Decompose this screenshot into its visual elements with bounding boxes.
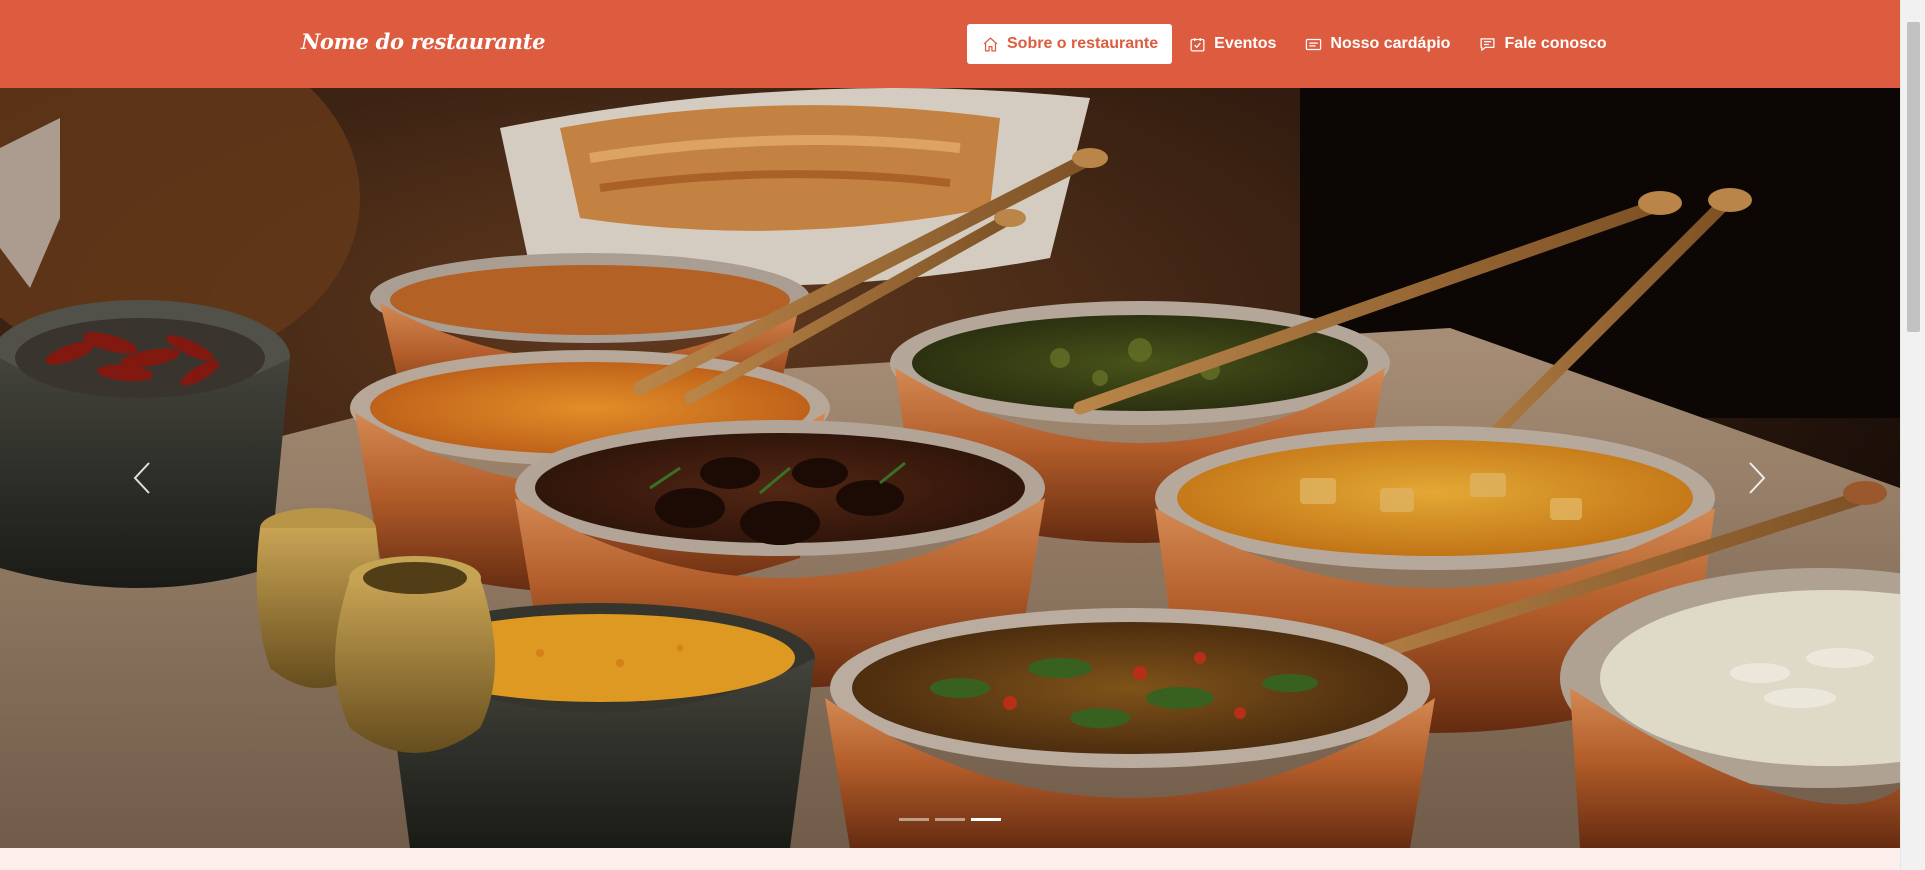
carousel-indicator-3[interactable] [971,818,1001,821]
page-viewport: Nome do restaurante Sobre o restaurante … [0,0,1900,870]
nav-item-label: Eventos [1214,35,1277,52]
carousel-indicator-1[interactable] [899,818,929,821]
nav-item-cardapio[interactable]: Nosso cardápio [1290,24,1464,64]
carousel-next-button[interactable] [1732,448,1782,508]
nav-item-fale-conosco[interactable]: Fale conosco [1464,24,1620,64]
hero-carousel [0,88,1900,848]
carousel-indicators [899,818,1001,821]
menu-card-icon [1304,35,1322,53]
chevron-right-icon [1749,462,1766,494]
nav-item-eventos[interactable]: Eventos [1174,24,1290,64]
home-icon [981,35,999,53]
main-nav: Sobre o restaurante Eventos Nosso cardáp… [967,24,1621,64]
nav-item-sobre[interactable]: Sobre o restaurante [967,24,1173,64]
nav-item-label: Sobre o restaurante [1007,35,1159,52]
carousel-indicator-2[interactable] [935,818,965,821]
calendar-check-icon [1188,35,1206,53]
nav-item-label: Nosso cardápio [1330,35,1451,52]
content-section-top [0,848,1900,870]
chevron-left-icon [133,462,150,494]
page-scrollbar[interactable] [1900,0,1925,870]
navbar: Nome do restaurante Sobre o restaurante … [0,0,1900,88]
carousel-prev-button[interactable] [117,448,167,508]
nav-item-label: Fale conosco [1504,35,1607,52]
brand-logo[interactable]: Nome do restaurante [301,29,546,54]
scrollbar-thumb[interactable] [1907,22,1920,332]
food-buffet-photo [0,88,1900,848]
chat-icon [1478,35,1496,53]
